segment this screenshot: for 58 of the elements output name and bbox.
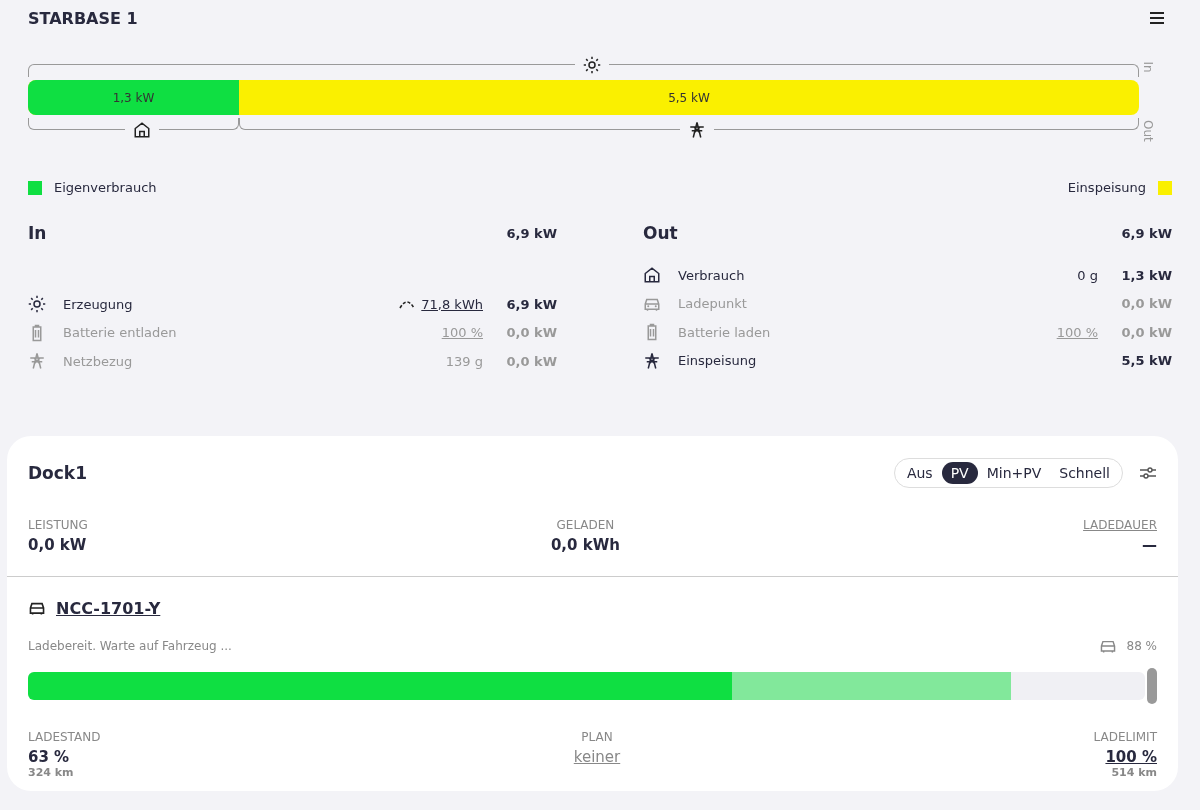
row-detail: 0 g — [1077, 267, 1098, 283]
menu-icon[interactable] — [1149, 11, 1165, 25]
mode-option[interactable]: Schnell — [1050, 461, 1119, 484]
vehicle-name-link[interactable]: NCC-1701-Y — [56, 598, 161, 618]
stat-label: LADESTAND — [28, 729, 101, 744]
legend-label: Eigenverbrauch — [54, 180, 157, 195]
stat-label: PLAN — [581, 729, 613, 744]
house-icon — [643, 266, 661, 285]
stat-link[interactable]: LADEDAUER — [1083, 517, 1157, 532]
row-value: 1,3 kW — [1120, 267, 1172, 283]
mode-option[interactable]: Aus — [897, 461, 942, 484]
row-value: 0,0 kW — [505, 353, 557, 369]
stat-value: — — [1142, 535, 1157, 554]
stat-label: GELADEN — [556, 517, 615, 532]
row-link[interactable]: 71,8 kWh — [421, 296, 483, 312]
stat-value: 0,0 kW — [28, 535, 88, 554]
mode-option[interactable]: PV — [941, 461, 978, 484]
row-label: Erzeugung — [63, 296, 134, 312]
stat-link[interactable]: keiner — [573, 747, 621, 766]
stat-label: LADELIMIT — [1093, 729, 1157, 744]
target-soc: 88 % — [1126, 638, 1157, 653]
section-title: In — [28, 223, 47, 243]
stat-value: 63 % — [28, 747, 71, 766]
row-value: 0,0 kW — [505, 325, 557, 341]
sun-icon — [28, 295, 46, 314]
row-detail: 139 g — [445, 353, 483, 369]
stat-value: 0,0 kWh — [550, 535, 620, 554]
loadpoint-title: Dock1 — [28, 462, 88, 483]
self-consumption-fill: 1,3 kW — [28, 80, 240, 115]
forecast-curve-icon — [399, 299, 416, 310]
power-tower-icon — [28, 352, 46, 371]
settings-icon[interactable] — [1139, 464, 1157, 481]
section-title: Out — [643, 223, 678, 243]
row-value: 5,5 kW — [1120, 353, 1172, 369]
mode-option[interactable]: Min+PV — [977, 461, 1051, 484]
stat-subvalue: 514 km — [1111, 765, 1157, 779]
stat-subvalue: 324 km — [28, 765, 75, 779]
limit-handle[interactable] — [1147, 667, 1157, 704]
section-total: 6,9 kW — [506, 225, 557, 241]
legend-label: Einspeisung — [1067, 180, 1146, 195]
section-total: 6,9 kW — [1121, 225, 1172, 241]
row-value: 0,0 kW — [1120, 296, 1172, 312]
stat-label: LEISTUNG — [28, 517, 88, 532]
row-label: Verbrauch — [678, 267, 746, 283]
power-tower-icon — [643, 351, 661, 370]
in-label: In — [1141, 59, 1155, 75]
row-label: Batterie entladen — [63, 325, 178, 341]
row-label: Netzbezug — [63, 353, 134, 369]
row-value: 0,0 kW — [1120, 324, 1172, 340]
row-label: Einspeisung — [678, 353, 758, 369]
site-title: STARBASE 1 — [28, 8, 138, 28]
status-text: Ladebereit. Warte auf Fahrzeug ... — [28, 638, 233, 653]
row-value: 6,9 kW — [505, 296, 557, 312]
row-label: Ladepunkt — [678, 296, 748, 312]
row-label: Batterie laden — [678, 324, 772, 340]
feed-in-value: 5,5 kW — [668, 90, 710, 105]
stat-link[interactable]: 100 % — [1105, 747, 1157, 766]
car-icon — [28, 600, 46, 616]
